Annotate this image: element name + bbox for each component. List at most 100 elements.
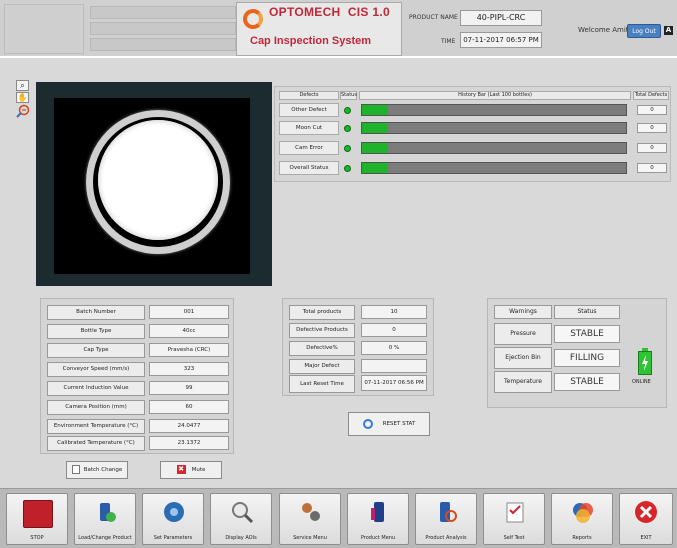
- product-menu-label: Product Menu: [360, 535, 396, 541]
- warning-label: Ejection Bin: [494, 347, 552, 369]
- stat-label: Defective Products: [289, 323, 355, 338]
- service-menu-label: Service Menu: [293, 535, 327, 541]
- total-defects-header: Total Defects: [633, 91, 669, 100]
- service-menu-button[interactable]: Service Menu: [279, 493, 341, 545]
- analysis-icon: [435, 500, 459, 524]
- warnings-header: Warnings: [494, 305, 552, 319]
- history-header: History Bar (Last 100 bottles): [359, 91, 631, 100]
- stat-label: Last Reset Time: [289, 375, 355, 393]
- header-blank-panel: [4, 4, 84, 54]
- batch-value: 001: [149, 305, 229, 319]
- product-analysis-label: Product Analysis: [425, 535, 467, 541]
- batch-change-button[interactable]: Batch Change: [66, 461, 128, 479]
- defect-total: 0: [637, 143, 667, 153]
- batch-label: Batch Number: [47, 305, 145, 320]
- defect-total: 0: [637, 105, 667, 115]
- defect-label: Moon Cut: [279, 121, 339, 135]
- status-indicator-icon: [344, 125, 351, 132]
- status-header: Status: [554, 305, 620, 319]
- product-name-value: 40-PIPL-CRC: [460, 10, 542, 26]
- history-bar-fill: [362, 163, 389, 173]
- stat-value: [361, 359, 427, 373]
- exit-button[interactable]: EXIT: [619, 493, 673, 545]
- logo-panel: OPTOMECH CIS 1.0 Cap Inspection System: [236, 2, 402, 56]
- stat-value: 0: [361, 323, 427, 337]
- history-bar: [361, 104, 627, 116]
- app-version: CIS 1.0: [347, 5, 390, 19]
- user-badge-icon[interactable]: A: [664, 26, 673, 35]
- mute-button[interactable]: ✖ Mute: [160, 461, 222, 479]
- reset-stat-button[interactable]: RESET STAT: [348, 412, 430, 436]
- reports-label: Reports: [572, 535, 592, 541]
- warning-label: Pressure: [494, 323, 552, 345]
- status-indicator-icon: [344, 165, 351, 172]
- history-bar: [361, 142, 627, 154]
- app-subtitle: Cap Inspection System: [250, 35, 372, 47]
- history-bar: [361, 162, 627, 174]
- history-bar-fill: [362, 143, 389, 153]
- mute-label: Mute: [191, 467, 206, 473]
- batch-label: Environment Temperature (°C): [47, 419, 145, 434]
- batch-info-panel: Batch Number 001 Bottle Type 40cc Cap Ty…: [40, 298, 234, 454]
- time-value: 07-11-2017 06:57 PM: [460, 32, 542, 48]
- stat-label: Total products: [289, 305, 355, 320]
- load-change-product-button[interactable]: Load/Change Product: [74, 493, 136, 545]
- zoom-in-icon[interactable]: ⌕: [16, 80, 29, 91]
- exit-label: EXIT: [640, 535, 652, 541]
- stop-icon: [23, 500, 53, 528]
- batch-label: Current Induction Value: [47, 381, 145, 396]
- bottom-toolbar: STOP Load/Change Product Set Parameters …: [0, 488, 677, 548]
- product-name-label: PRODUCT NAME: [409, 14, 458, 21]
- batch-value: 323: [149, 362, 229, 376]
- logout-button[interactable]: Log Out: [627, 24, 661, 38]
- defect-total: 0: [637, 163, 667, 173]
- stat-label: Defective%: [289, 341, 355, 356]
- stat-value: 10: [361, 305, 427, 319]
- online-status: ONLINE: [632, 379, 651, 385]
- load-change-product-label: Load/Change Product: [78, 535, 132, 541]
- time-label: TIME: [441, 38, 456, 45]
- magnifier-icon: [230, 500, 254, 524]
- status-indicator-icon: [344, 107, 351, 114]
- exit-icon: [634, 500, 658, 524]
- batch-label: Cap Type: [47, 343, 145, 358]
- zoom-out-icon[interactable]: [15, 104, 31, 118]
- batch-label: Camera Position (mm): [47, 400, 145, 415]
- batch-label: Bottle Type: [47, 324, 145, 339]
- product-menu-icon: [367, 500, 391, 524]
- load-product-icon: [94, 500, 118, 524]
- stop-button[interactable]: STOP: [6, 493, 68, 545]
- stop-label: STOP: [30, 535, 44, 541]
- service-icon: [299, 500, 323, 524]
- display-aois-button[interactable]: Display AOIs: [210, 493, 272, 545]
- batch-change-label: Batch Change: [83, 467, 123, 473]
- batch-value: 99: [149, 381, 229, 395]
- cap-image: [54, 98, 250, 274]
- batch-value: 23.1372: [149, 436, 229, 450]
- defect-label: Cam Error: [279, 141, 339, 155]
- battery-icon: [638, 348, 652, 375]
- history-bar: [361, 122, 627, 134]
- history-bar-fill: [362, 123, 389, 133]
- warning-value: STABLE: [554, 373, 620, 391]
- warning-value: FILLING: [554, 349, 620, 367]
- product-analysis-button[interactable]: Product Analysis: [415, 493, 477, 545]
- self-test-button[interactable]: Self Test: [483, 493, 545, 545]
- stat-value: 0 %: [361, 341, 427, 355]
- batch-value: 24.0477: [149, 419, 229, 433]
- optomech-logo-icon: [243, 9, 263, 29]
- set-parameters-button[interactable]: Set Parameters: [142, 493, 204, 545]
- product-menu-button[interactable]: Product Menu: [347, 493, 409, 545]
- cap-inner-disc: [98, 120, 218, 240]
- reset-stat-label: RESET STAT: [382, 421, 416, 427]
- reports-icon: [571, 500, 595, 524]
- stat-value: 07-11-2017 06:56 PM: [361, 375, 427, 391]
- batch-label: Calibrated Temperature (°C): [47, 436, 145, 451]
- pan-hand-icon[interactable]: ✋: [16, 92, 29, 103]
- reports-button[interactable]: Reports: [551, 493, 613, 545]
- self-test-icon: [503, 500, 527, 524]
- status-indicator-icon: [344, 145, 351, 152]
- warning-label: Temperature: [494, 371, 552, 393]
- mute-icon: ✖: [176, 465, 186, 474]
- self-test-label: Self Test: [503, 535, 525, 541]
